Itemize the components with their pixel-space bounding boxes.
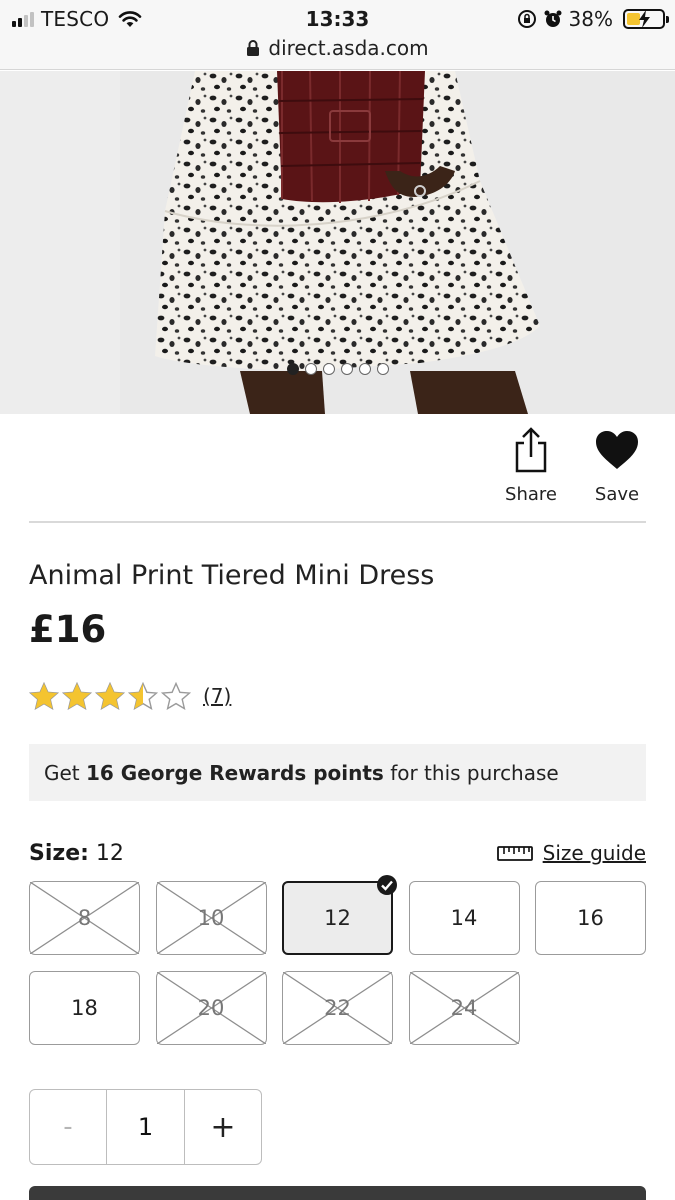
size-label: Size: 12 (29, 841, 124, 866)
review-count-link[interactable]: (7) (203, 684, 231, 708)
ruler-icon (496, 846, 533, 861)
size-option-label: 20 (197, 996, 225, 1020)
orientation-lock-icon (517, 10, 536, 28)
battery-icon (623, 9, 669, 29)
star-icon (95, 682, 125, 710)
size-option-label: 10 (197, 906, 225, 930)
size-option-22[interactable]: 22 (282, 971, 393, 1045)
quantity-increase-button[interactable]: + (185, 1090, 261, 1164)
share-button[interactable]: Share (501, 424, 561, 505)
selected-size: 12 (95, 840, 124, 866)
gallery-dot[interactable] (322, 363, 335, 375)
size-option-10[interactable]: 10 (155, 881, 267, 955)
battery-percent: 38% (568, 7, 613, 31)
save-button[interactable]: Save (587, 424, 647, 505)
size-heading: Size: (29, 840, 89, 866)
gallery-dot[interactable] (358, 363, 371, 375)
size-option-14[interactable]: 14 (408, 881, 520, 955)
size-option-16[interactable]: 16 (535, 881, 646, 955)
star-icon (161, 682, 191, 710)
lock-icon (247, 40, 260, 56)
gallery-dot[interactable] (286, 363, 299, 375)
gallery-dot[interactable] (304, 363, 317, 375)
quantity-value[interactable]: 1 (107, 1090, 185, 1164)
star-icon (62, 682, 92, 710)
size-option-label: 14 (450, 906, 478, 930)
gallery-dot[interactable] (340, 363, 353, 375)
heart-icon (596, 431, 638, 469)
size-option-20[interactable]: 20 (155, 971, 267, 1045)
star-icon (128, 682, 158, 710)
size-guide-link[interactable]: Size guide (496, 841, 646, 865)
rewards-points: 16 George Rewards points (86, 760, 384, 785)
size-option-label: 8 (77, 906, 92, 930)
save-label: Save (594, 484, 640, 505)
size-option-label: 24 (450, 996, 478, 1020)
product-image-gallery[interactable] (0, 71, 675, 414)
product-price: £16 (29, 608, 107, 651)
size-option-24[interactable]: 24 (408, 971, 520, 1045)
size-option-8[interactable]: 8 (29, 881, 140, 955)
star-icon (29, 682, 59, 710)
ios-top-bar: TESCO 13:33 38% direct.asda.com (0, 0, 675, 70)
size-option-label: 22 (324, 996, 351, 1020)
divider (29, 521, 646, 523)
size-guide-label: Size guide (542, 841, 646, 865)
rewards-prefix: Get (44, 760, 87, 785)
address-bar[interactable]: direct.asda.com (0, 34, 675, 62)
size-option-18[interactable]: 18 (29, 971, 140, 1045)
quantity-decrease-button[interactable]: - (30, 1090, 107, 1164)
check-icon (377, 875, 397, 895)
share-label: Share (505, 484, 557, 505)
size-option-12[interactable]: 12 (282, 875, 397, 955)
quantity-stepper: - 1 + (29, 1089, 262, 1165)
size-header: Size: 12 Size guide (29, 838, 646, 868)
star-rating (29, 682, 191, 710)
product-actions: Share Save (501, 424, 647, 505)
rewards-banner: Get 16 George Rewards points for this pu… (29, 744, 646, 801)
share-icon (515, 427, 547, 473)
size-option-label: 16 (577, 906, 604, 930)
size-option-label: 12 (324, 906, 351, 930)
size-option-label: 18 (71, 996, 98, 1020)
product-rating[interactable]: (7) (29, 682, 231, 710)
add-to-basket-button[interactable] (29, 1186, 646, 1200)
gallery-dot[interactable] (376, 363, 389, 375)
url-text: direct.asda.com (268, 36, 429, 60)
status-right: 38% (517, 6, 669, 32)
product-title: Animal Print Tiered Mini Dress (29, 560, 435, 591)
rewards-suffix: for this purchase (383, 760, 559, 785)
size-options: 8 10 12 14 16 18 20 22 24 (29, 875, 646, 1045)
alarm-icon (544, 10, 562, 27)
gallery-pagination[interactable] (0, 363, 675, 381)
